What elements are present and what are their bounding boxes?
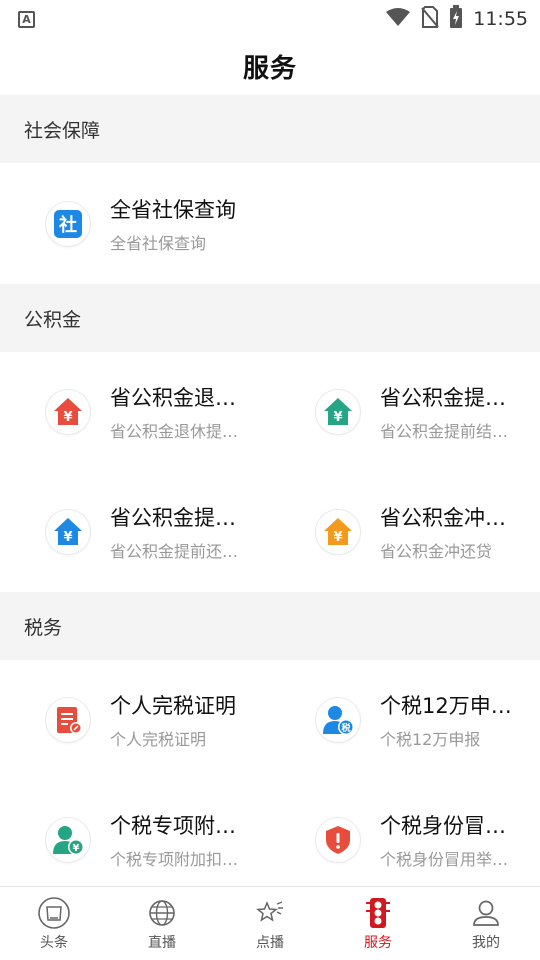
svg-text:¥: ¥ (73, 843, 80, 854)
service-title: 个税身份冒… (380, 814, 506, 838)
app-notification-icon: A (18, 10, 35, 28)
identity-fraud-icon (316, 818, 360, 862)
service-title: 个税12万申… (380, 694, 512, 718)
tab-label: 头条 (40, 934, 68, 951)
service-subtitle: 个税专项附加扣… (110, 850, 239, 869)
housing-fund-green-icon: ¥ (316, 390, 360, 434)
svg-text:社: 社 (59, 214, 77, 236)
section-header-housing-fund: 公积金 (0, 284, 540, 352)
tab-label: 点播 (256, 934, 284, 951)
tab-headline[interactable]: 头条 (0, 887, 108, 960)
wifi-icon (385, 7, 411, 31)
housing-fund-blue-icon: ¥ (46, 510, 90, 554)
headline-icon (37, 896, 71, 930)
service-subtitle: 全省社保查询 (110, 233, 207, 253)
svg-text:¥: ¥ (333, 530, 342, 545)
service-item-fund-early-settle[interactable]: ¥ 省公积金提… 省公积金提前结… (270, 352, 540, 472)
tab-label: 服务 (364, 934, 392, 951)
service-subtitle: 省公积金提前还… (110, 542, 239, 561)
section-tax: 个人完税证明 个人完税证明 税 个税12万申… 个税12万申报 ¥ 个税专项附…… (0, 660, 540, 886)
housing-fund-orange-icon: ¥ (316, 510, 360, 554)
service-item-fund-offset-loan[interactable]: ¥ 省公积金冲… 省公积金冲还贷 (270, 472, 540, 592)
service-item-province-social-security[interactable]: 社 全省社保查询 全省社保查询 (0, 163, 270, 284)
tab-live[interactable]: 直播 (108, 887, 216, 960)
tab-label: 我的 (472, 934, 500, 951)
tax-certificate-icon (46, 698, 90, 742)
service-title: 省公积金提… (110, 506, 236, 530)
section-social-security: 社 全省社保查询 全省社保查询 (0, 163, 540, 284)
service-item-tax-declaration[interactable]: 税 个税12万申… 个税12万申报 (270, 660, 540, 780)
service-subtitle: 省公积金提前结… (380, 422, 509, 441)
bottom-tab-bar: 头条 直播 点播 服务 我的 (0, 886, 540, 960)
service-item-tax-deduction[interactable]: ¥ 个税专项附… 个税专项附加扣… (0, 780, 270, 886)
status-bar: A 11:55 (0, 0, 540, 38)
page-header: 服务 (0, 38, 540, 95)
social-security-icon: 社 (46, 201, 90, 246)
service-item-fund-early-repay[interactable]: ¥ 省公积金提… 省公积金提前还… (0, 472, 270, 592)
service-subtitle: 省公积金退休提… (110, 422, 239, 441)
tax-deduction-icon: ¥ (46, 818, 90, 862)
tab-service[interactable]: 服务 (324, 887, 432, 960)
section-header-social-security: 社会保障 (0, 95, 540, 163)
housing-fund-red-icon: ¥ (46, 390, 90, 434)
service-subtitle: 个税12万申报 (380, 730, 481, 749)
svg-text:税: 税 (341, 722, 350, 734)
service-title: 省公积金退… (110, 386, 236, 410)
service-item-identity-fraud[interactable]: 个税身份冒… 个税身份冒用举… (270, 780, 540, 886)
service-list[interactable]: 社会保障 社 全省社保查询 全省社保查询 公积金 ¥ 省公积金退… 省公积金退休… (0, 95, 540, 886)
svg-text:¥: ¥ (63, 410, 72, 425)
tab-profile[interactable]: 我的 (432, 887, 540, 960)
section-housing-fund: ¥ 省公积金退… 省公积金退休提… ¥ 省公积金提… 省公积金提前结… ¥ 省公… (0, 352, 540, 592)
service-item-tax-certificate[interactable]: 个人完税证明 个人完税证明 (0, 660, 270, 780)
tab-vod[interactable]: 点播 (216, 887, 324, 960)
page-title: 服务 (242, 54, 297, 84)
tax-declaration-icon: 税 (316, 698, 360, 742)
service-item-fund-retirement[interactable]: ¥ 省公积金退… 省公积金退休提… (0, 352, 270, 472)
service-subtitle: 个税身份冒用举… (380, 850, 509, 869)
service-subtitle: 省公积金冲还贷 (380, 542, 493, 561)
section-header-tax: 税务 (0, 592, 540, 660)
live-globe-icon (147, 896, 177, 930)
status-time: 11:55 (473, 8, 528, 30)
service-title: 省公积金冲… (380, 506, 506, 530)
service-title: 省公积金提… (380, 386, 506, 410)
no-sim-icon (421, 6, 439, 32)
profile-icon (471, 896, 501, 930)
service-title: 全省社保查询 (110, 197, 236, 222)
service-title: 个税专项附… (110, 814, 236, 838)
vod-star-icon (255, 896, 285, 930)
service-title: 个人完税证明 (110, 694, 236, 718)
tab-label: 直播 (148, 934, 176, 951)
battery-charging-icon (449, 5, 463, 33)
svg-text:¥: ¥ (63, 530, 72, 545)
service-traffic-light-icon (365, 896, 391, 930)
svg-text:¥: ¥ (333, 410, 342, 425)
service-subtitle: 个人完税证明 (110, 730, 207, 749)
